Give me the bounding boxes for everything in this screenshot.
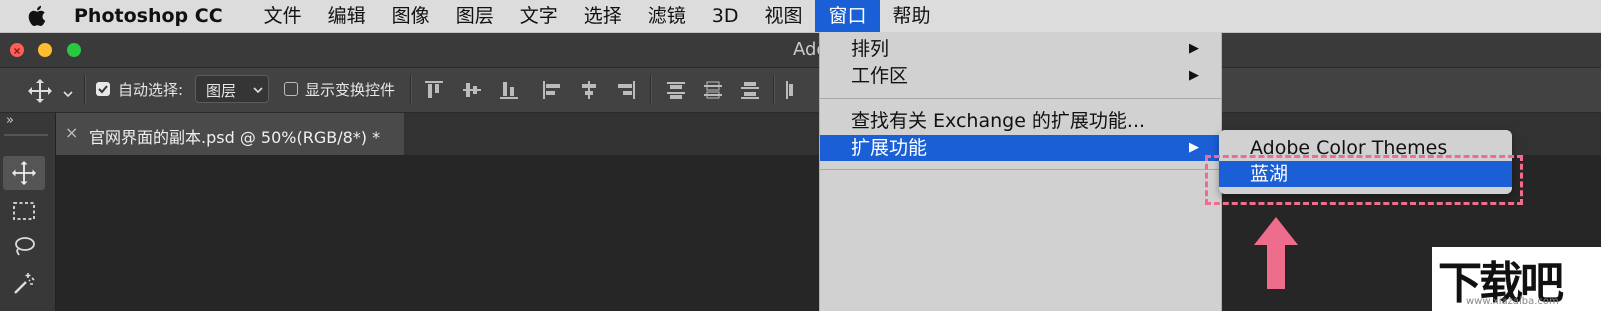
auto-select-value: 图层	[206, 82, 237, 100]
menu-help[interactable]: 帮助	[880, 0, 944, 32]
menu-item-arrange-label: 排列	[851, 38, 890, 60]
align-right-icon[interactable]	[614, 78, 638, 102]
apple-icon[interactable]	[26, 4, 52, 28]
document-tab-title: 官网界面的副本.psd @ 50%(RGB/8*) *	[89, 128, 381, 147]
align-vertical-center-icon[interactable]	[460, 78, 484, 102]
annotation-up-arrow-icon	[1254, 217, 1298, 289]
auto-select-label: 自动选择:	[118, 81, 184, 99]
menu-edit[interactable]: 编辑	[315, 0, 379, 32]
menu-separator	[820, 98, 1221, 99]
show-transform-label: 显示变换控件	[305, 81, 396, 99]
menu-item-workspace-label: 工作区	[851, 65, 909, 87]
zoom-window-button[interactable]	[67, 43, 81, 57]
marquee-tool-button[interactable]	[3, 194, 45, 228]
align-bottom-icon[interactable]	[497, 78, 521, 102]
move-tool-preset-icon[interactable]	[27, 78, 53, 108]
align-horizontal-center-icon[interactable]	[577, 78, 601, 102]
menu-item-workspace[interactable]: 工作区 ▶	[820, 63, 1221, 89]
mac-menubar: Photoshop CC 文件 编辑 图像 图层 文字 选择 滤镜 3D 视图 …	[0, 0, 1601, 33]
menu-separator	[820, 169, 1221, 170]
close-tab-icon[interactable]: ×	[65, 123, 78, 142]
collapse-panel-icon[interactable]: »	[6, 113, 14, 128]
distribute-top-icon[interactable]	[664, 78, 688, 102]
menu-window[interactable]: 窗口	[815, 0, 880, 32]
options-bar: 自动选择: 图层 显示变换控件	[0, 68, 1601, 113]
watermark: 下载吧 www.xiazaiba.com	[1432, 247, 1601, 311]
app-name-menu[interactable]: Photoshop CC	[74, 5, 223, 27]
menu-item-extensions-label: 扩展功能	[851, 137, 928, 159]
minimize-window-button[interactable]	[38, 43, 52, 57]
menu-file[interactable]: 文件	[251, 0, 315, 32]
menu-type[interactable]: 文字	[507, 0, 571, 32]
menu-view[interactable]: 视图	[751, 0, 815, 32]
options-divider	[84, 75, 86, 105]
lasso-tool-button[interactable]	[3, 230, 45, 264]
move-tool-icon	[12, 161, 36, 185]
options-divider	[773, 75, 775, 105]
tools-panel: »	[0, 113, 56, 311]
submenu-arrow-icon: ▶	[1189, 41, 1199, 56]
close-window-button[interactable]	[10, 43, 24, 57]
menu-layer[interactable]: 图层	[443, 0, 507, 32]
window-menu-dropdown: 排列 ▶ 工作区 ▶ 查找有关 Exchange 的扩展功能... 扩展功能 ▶	[819, 32, 1222, 311]
options-divider	[410, 75, 412, 105]
move-tool-button[interactable]	[3, 156, 45, 190]
chevron-down-icon	[253, 87, 263, 94]
menu-image[interactable]: 图像	[379, 0, 443, 32]
distribute-bottom-icon[interactable]	[738, 78, 762, 102]
menu-item-find-exchange-label: 查找有关 Exchange 的扩展功能...	[851, 110, 1146, 132]
checkmark-icon	[98, 85, 108, 94]
menu-item-arrange[interactable]: 排列 ▶	[820, 36, 1221, 62]
menu-filter[interactable]: 滤镜	[635, 0, 699, 32]
document-tab[interactable]: × 官网界面的副本.psd @ 50%(RGB/8*) *	[55, 113, 404, 155]
magic-wand-tool-button[interactable]	[3, 266, 45, 300]
magic-wand-icon	[14, 273, 35, 294]
lasso-icon	[15, 237, 35, 256]
menu-3d[interactable]: 3D	[699, 0, 752, 32]
rectangular-marquee-icon	[13, 202, 35, 220]
annotation-highlight-box	[1205, 155, 1523, 205]
distribute-vertical-center-icon[interactable]	[701, 78, 725, 102]
panel-grip	[4, 134, 48, 136]
chevron-down-icon[interactable]	[62, 85, 74, 103]
close-x-icon	[14, 48, 20, 54]
distribute-left-icon[interactable]	[782, 78, 806, 102]
menu-item-find-exchange-extensions[interactable]: 查找有关 Exchange 的扩展功能...	[820, 108, 1221, 134]
options-divider	[650, 75, 652, 105]
auto-select-checkbox[interactable]	[96, 82, 110, 96]
menu-item-extensions[interactable]: 扩展功能 ▶	[820, 135, 1221, 161]
menu-select[interactable]: 选择	[571, 0, 635, 32]
auto-select-dropdown[interactable]: 图层	[195, 75, 269, 103]
align-left-icon[interactable]	[540, 78, 564, 102]
window-titlebar: Ado	[0, 33, 1601, 68]
watermark-url: www.xiazaiba.com	[1466, 296, 1559, 307]
submenu-arrow-icon: ▶	[1189, 140, 1199, 155]
submenu-arrow-icon: ▶	[1189, 68, 1199, 83]
align-top-icon[interactable]	[422, 78, 446, 102]
show-transform-checkbox[interactable]	[284, 82, 298, 96]
